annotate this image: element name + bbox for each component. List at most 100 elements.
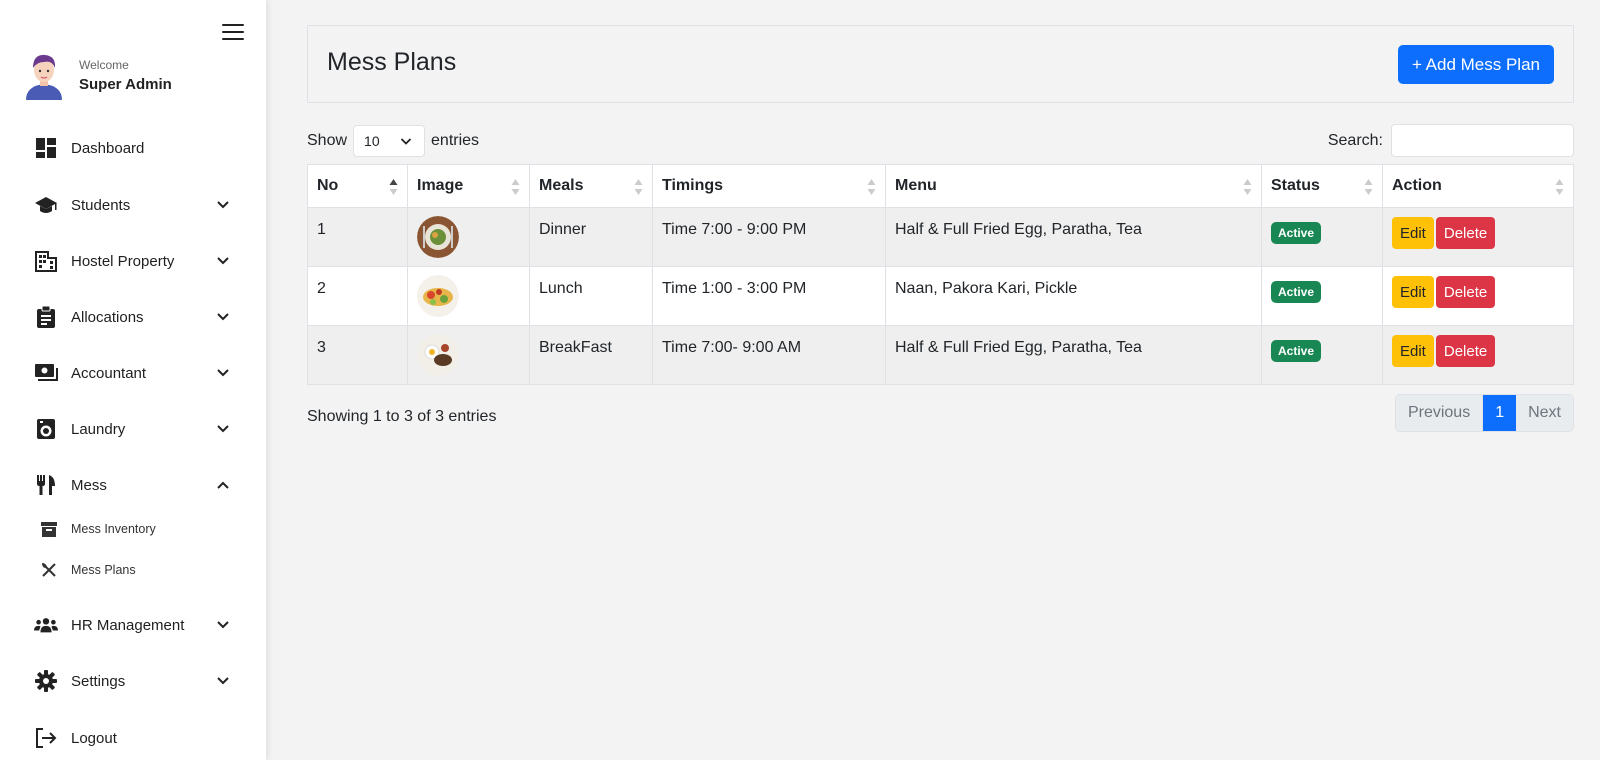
edit-button[interactable]: Edit (1392, 276, 1434, 308)
column-header-no[interactable]: No (307, 164, 408, 208)
sidebar: Welcome Super Admin Dashboard Students H… (0, 0, 266, 760)
sidebar-item-label: Dashboard (71, 139, 145, 157)
mess-plans-table: No Image Meals Timings Menu Status Actio… (307, 164, 1574, 385)
column-header-meals[interactable]: Meals (529, 164, 653, 208)
pagination-page[interactable]: 1 (1483, 395, 1517, 431)
cell-status: Active (1261, 266, 1383, 326)
page-title: Mess Plans (327, 48, 457, 76)
sidebar-item-label: Allocations (71, 308, 144, 326)
status-badge: Active (1271, 222, 1322, 244)
table-header-row: No Image Meals Timings Menu Status Actio… (307, 164, 1574, 208)
search-label: Search: (1327, 131, 1383, 149)
chevron-down-icon (217, 201, 229, 209)
fork-knife-crossed-icon (40, 561, 58, 579)
search-control: Search: (1328, 124, 1574, 157)
column-header-timings[interactable]: Timings (652, 164, 886, 208)
graduation-cap-icon (34, 193, 58, 217)
users-icon (34, 613, 58, 637)
chevron-down-icon (217, 369, 229, 377)
cell-meal: Dinner (529, 207, 653, 267)
column-header-menu[interactable]: Menu (885, 164, 1262, 208)
sidebar-item-label: Students (71, 196, 131, 214)
cell-meal: BreakFast (529, 325, 653, 385)
chevron-down-icon (217, 313, 229, 321)
chevron-down-icon (217, 677, 229, 685)
sidebar-subitem-label: Mess Inventory (71, 522, 156, 536)
chevron-down-icon (217, 257, 229, 265)
cell-timing: Time 7:00- 9:00 AM (652, 325, 886, 385)
sidebar-item-label: Settings (71, 672, 126, 690)
sidebar-item-settings[interactable]: Settings (34, 666, 230, 696)
meal-image (417, 334, 459, 376)
sidebar-item-label: Hostel Property (71, 252, 175, 270)
sidebar-item-label: HR Management (71, 616, 185, 634)
table-row: 1 Dinner Time 7:00 - 9:00 PM Half & Full… (307, 207, 1574, 267)
column-header-status[interactable]: Status (1261, 164, 1383, 208)
cell-no: 1 (307, 207, 408, 267)
cell-meal: Lunch (529, 266, 653, 326)
sort-ascending-icon (389, 179, 398, 195)
avatar (26, 54, 62, 100)
table-info: Showing 1 to 3 of 3 entries (307, 408, 497, 425)
menu-toggle-icon[interactable] (222, 24, 244, 42)
pagination: Previous 1 Next (1394, 394, 1574, 432)
cell-image (407, 266, 530, 326)
pagination-previous[interactable]: Previous (1395, 395, 1484, 431)
table-row: 3 BreakFast Time 7:00- 9:00 AM Half & Fu… (307, 325, 1574, 385)
washing-machine-icon (34, 417, 58, 441)
chevron-down-icon (217, 621, 229, 629)
status-badge: Active (1271, 340, 1322, 362)
sort-icon (1555, 179, 1564, 195)
sidebar-item-dashboard[interactable]: Dashboard (34, 133, 230, 163)
status-badge: Active (1271, 281, 1322, 303)
archive-icon (40, 520, 58, 538)
cell-timing: Time 1:00 - 3:00 PM (652, 266, 886, 326)
sidebar-item-label: Accountant (71, 364, 147, 382)
sidebar-item-accountant[interactable]: Accountant (34, 358, 230, 388)
dashboard-icon (34, 136, 58, 160)
cell-no: 2 (307, 266, 408, 326)
sidebar-subitem-label: Mess Plans (71, 563, 136, 577)
delete-button[interactable]: Delete (1435, 335, 1496, 367)
search-input[interactable] (1391, 124, 1574, 157)
sidebar-item-logout[interactable]: Logout (34, 723, 230, 753)
sidebar-item-students[interactable]: Students (34, 190, 230, 220)
delete-button[interactable]: Delete (1435, 276, 1496, 308)
user-profile: Welcome Super Admin (24, 50, 172, 100)
page-header: Mess Plans + Add Mess Plan (307, 25, 1574, 103)
sidebar-subitem-mess-plans[interactable]: Mess Plans (40, 559, 136, 581)
gear-icon (34, 669, 58, 693)
cell-action: Edit Delete (1382, 325, 1574, 385)
table-row: 2 Lunch Time 1:00 - 3:00 PM Naan, Pakora… (307, 266, 1574, 326)
entries-label: entries (431, 132, 480, 149)
cell-timing: Time 7:00 - 9:00 PM (652, 207, 886, 267)
delete-button[interactable]: Delete (1435, 217, 1496, 249)
cell-menu: Naan, Pakora Kari, Pickle (885, 266, 1262, 326)
cell-status: Active (1261, 325, 1383, 385)
utensils-icon (34, 473, 58, 497)
cell-action: Edit Delete (1382, 207, 1574, 267)
sidebar-subitem-mess-inventory[interactable]: Mess Inventory (40, 518, 156, 540)
welcome-text: Welcome (79, 57, 129, 72)
chevron-down-icon (217, 425, 229, 433)
sort-icon (1364, 179, 1373, 195)
pagination-next[interactable]: Next (1516, 395, 1573, 431)
entries-select[interactable]: 10 (353, 125, 426, 157)
edit-button[interactable]: Edit (1392, 217, 1434, 249)
column-header-image[interactable]: Image (407, 164, 530, 208)
sidebar-item-allocations[interactable]: Allocations (34, 302, 230, 332)
sidebar-item-label: Laundry (71, 420, 126, 438)
sidebar-item-mess[interactable]: Mess (34, 470, 230, 500)
cell-no: 3 (307, 325, 408, 385)
sidebar-item-laundry[interactable]: Laundry (34, 414, 230, 444)
sidebar-item-label: Logout (71, 729, 117, 747)
column-header-action[interactable]: Action (1382, 164, 1574, 208)
logout-icon (34, 726, 58, 750)
money-icon (34, 361, 58, 385)
sidebar-item-hostel-property[interactable]: Hostel Property (34, 246, 230, 276)
sidebar-item-hr-management[interactable]: HR Management (34, 610, 230, 640)
edit-button[interactable]: Edit (1392, 335, 1434, 367)
add-mess-plan-button[interactable]: + Add Mess Plan (1397, 45, 1554, 84)
cell-action: Edit Delete (1382, 266, 1574, 326)
sort-icon (511, 179, 520, 195)
